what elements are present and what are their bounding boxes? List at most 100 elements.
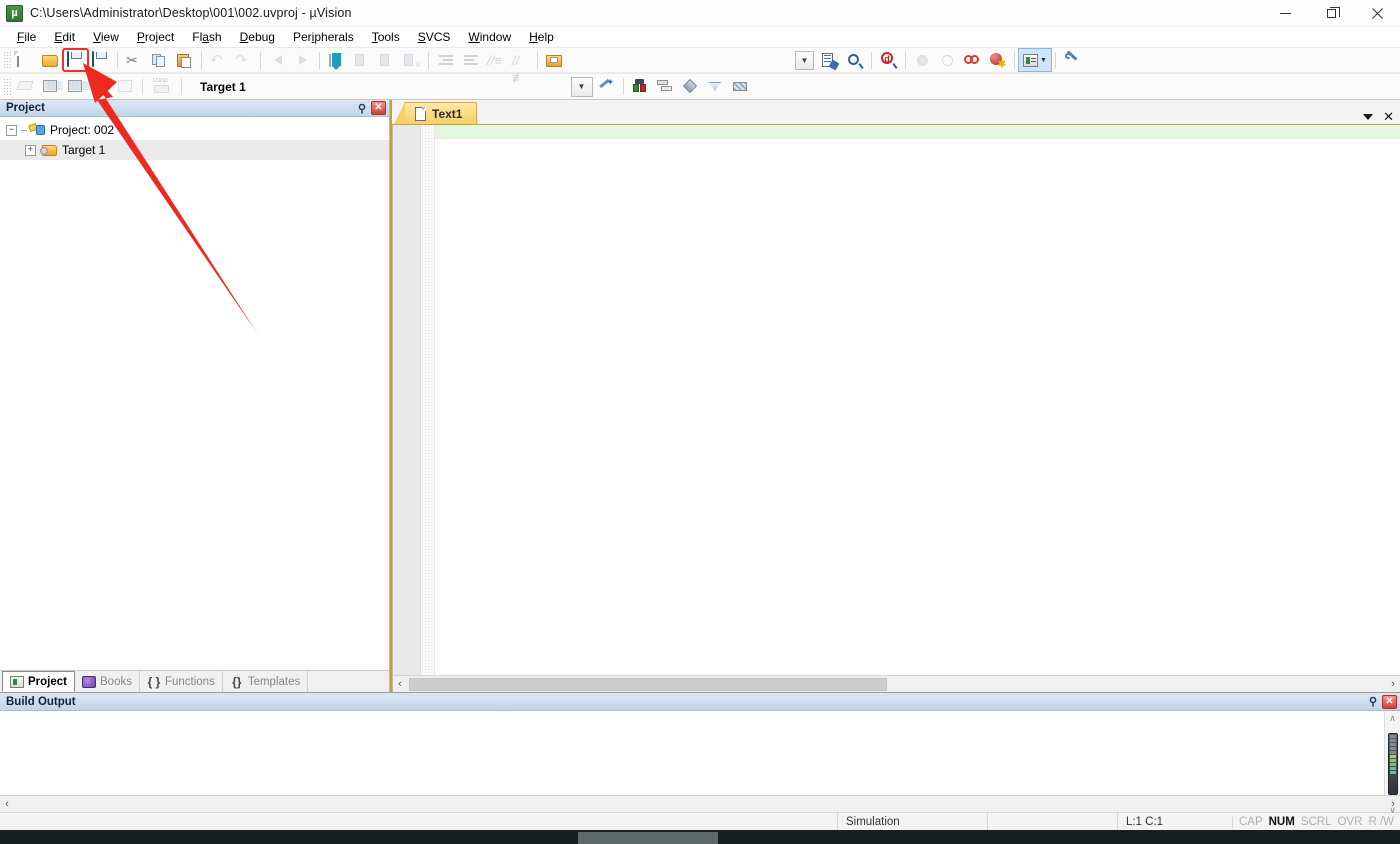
project-window-button[interactable]: ▼ xyxy=(1018,48,1052,72)
save-button[interactable] xyxy=(62,48,89,72)
menu-svcs[interactable]: SVCS xyxy=(409,28,460,46)
bookmark-toggle-button[interactable] xyxy=(324,49,349,71)
paste-button[interactable] xyxy=(172,49,197,71)
comment-button[interactable]: //≡ xyxy=(483,49,508,71)
stop-build-button[interactable] xyxy=(113,76,138,98)
menu-flash[interactable]: Flash xyxy=(183,28,230,46)
open-file-button[interactable] xyxy=(38,49,63,71)
open-folder-button[interactable] xyxy=(542,49,567,71)
tab-project[interactable]: Project xyxy=(2,671,75,692)
build-output-vertical-scrollbar[interactable]: ∧ ∨ xyxy=(1384,711,1400,815)
chevron-right-icon[interactable]: › xyxy=(1386,678,1400,690)
editor-horizontal-scrollbar[interactable]: ‹ › xyxy=(392,675,1400,692)
components-icon xyxy=(682,78,699,95)
translate-file-button[interactable] xyxy=(13,76,38,98)
menu-debug[interactable]: Debug xyxy=(231,28,284,46)
toolbar-separator xyxy=(319,51,320,69)
editor-tab-text1[interactable]: Text1 xyxy=(393,102,478,124)
chevron-left-icon[interactable]: ‹ xyxy=(393,678,407,690)
components-button[interactable] xyxy=(678,76,703,98)
redo-button[interactable]: ↷ xyxy=(231,49,256,71)
chevron-down-icon: ▼ xyxy=(1040,56,1047,64)
chevron-up-icon[interactable]: ∧ xyxy=(1389,711,1396,725)
navigate-forward-button[interactable] xyxy=(290,49,315,71)
menu-project[interactable]: Project xyxy=(128,28,183,46)
batch-build-button[interactable] xyxy=(88,76,113,98)
maximize-button[interactable] xyxy=(1308,0,1354,27)
menu-view[interactable]: View xyxy=(84,28,128,46)
manage-project-icon xyxy=(657,78,674,95)
pin-icon[interactable]: ⚲ xyxy=(355,101,369,115)
disable-breakpoints-button[interactable] xyxy=(960,49,985,71)
editor-code-area[interactable] xyxy=(435,125,1400,675)
dropdown-select-button[interactable]: ▼ xyxy=(792,49,817,71)
bookmark-prev-button[interactable] xyxy=(349,49,374,71)
configure-button[interactable] xyxy=(1060,49,1085,71)
close-button[interactable] xyxy=(1354,0,1400,27)
indent-left-button[interactable] xyxy=(458,49,483,71)
uncomment-button[interactable]: //≢ xyxy=(508,49,533,85)
toolbar-separator xyxy=(537,51,538,69)
project-window-icon xyxy=(1023,53,1039,67)
close-icon[interactable]: ✕ xyxy=(1382,694,1397,709)
indent-right-button[interactable] xyxy=(433,49,458,71)
menu-window[interactable]: Window xyxy=(459,28,520,46)
menu-file[interactable]: File xyxy=(8,28,45,46)
chevron-down-icon[interactable]: ∨ xyxy=(1389,803,1396,817)
chevron-down-icon[interactable] xyxy=(1363,113,1374,120)
tab-books[interactable]: Books xyxy=(75,671,140,692)
insert-breakpoint-button[interactable] xyxy=(910,49,935,71)
build-target-button[interactable]: ░░░ xyxy=(38,76,63,98)
scrollbar-thumb[interactable] xyxy=(409,677,887,691)
tab-templates[interactable]: {} Templates xyxy=(223,671,309,692)
pack-installer-button[interactable] xyxy=(728,76,753,98)
new-file-button[interactable] xyxy=(13,49,38,71)
rebuild-all-button[interactable]: ░░░░ xyxy=(63,76,92,98)
manage-runtime-button[interactable] xyxy=(628,76,653,98)
menu-tools[interactable]: Tools xyxy=(363,28,409,46)
indent-right-icon xyxy=(438,54,453,66)
bookmark-next-button[interactable] xyxy=(374,49,399,71)
multi-project-icon xyxy=(707,78,724,95)
target-dropdown-button[interactable]: ▼ xyxy=(569,76,594,98)
navigate-back-button[interactable] xyxy=(265,49,290,71)
expander-expand-icon[interactable]: + xyxy=(25,144,36,156)
menu-peripherals[interactable]: Peripherals xyxy=(284,28,363,46)
find-in-files-button[interactable] xyxy=(842,49,867,71)
bookmark-clear-button[interactable]: x xyxy=(399,49,424,71)
minimize-button[interactable] xyxy=(1262,0,1308,27)
pin-icon[interactable]: ⚲ xyxy=(1366,695,1380,709)
close-icon[interactable]: ✕ xyxy=(1383,110,1394,123)
source-browse-button[interactable] xyxy=(817,49,842,71)
close-icon[interactable]: ✕ xyxy=(371,101,386,115)
project-tree: − Project: 002 + Target 1 xyxy=(0,117,389,670)
cut-button[interactable]: ✂ xyxy=(122,49,147,71)
enable-breakpoint-button[interactable] xyxy=(935,49,960,71)
chevron-left-icon[interactable]: ‹ xyxy=(0,798,14,810)
undo-button[interactable]: ↶ xyxy=(206,49,231,71)
target-options-button[interactable]: ✦ xyxy=(594,76,619,98)
tree-node-target[interactable]: + Target 1 xyxy=(0,140,389,160)
save-all-button[interactable] xyxy=(88,49,113,71)
tab-functions[interactable]: { } Functions xyxy=(140,671,223,692)
toolbar-separator xyxy=(260,51,261,69)
taskbar-active-item[interactable] xyxy=(578,832,718,844)
menu-help[interactable]: Help xyxy=(520,28,563,46)
expander-collapse-icon[interactable]: − xyxy=(6,124,17,136)
multi-project-button[interactable] xyxy=(703,76,728,98)
tree-node-project[interactable]: − Project: 002 xyxy=(0,120,389,140)
config-wizard-button[interactable]: d xyxy=(876,49,901,71)
manage-project-button[interactable] xyxy=(653,76,678,98)
toolbar-grip[interactable] xyxy=(3,51,11,69)
copy-button[interactable] xyxy=(147,49,172,71)
toolbar-grip[interactable] xyxy=(3,77,11,96)
kill-breakpoints-button[interactable]: ✱ xyxy=(985,49,1010,71)
build-output-text[interactable] xyxy=(0,711,1384,795)
build-output-horizontal-scrollbar[interactable]: ‹ › xyxy=(0,795,1400,812)
menu-edit[interactable]: Edit xyxy=(45,28,84,46)
download-button[interactable]: LOAD xyxy=(147,76,177,98)
scrollbar-thumb[interactable] xyxy=(1387,733,1398,795)
target-selector[interactable]: Target 1 xyxy=(194,80,294,94)
window-title: C:\Users\Administrator\Desktop\001\002.u… xyxy=(30,6,352,20)
open-file-icon xyxy=(42,52,59,69)
